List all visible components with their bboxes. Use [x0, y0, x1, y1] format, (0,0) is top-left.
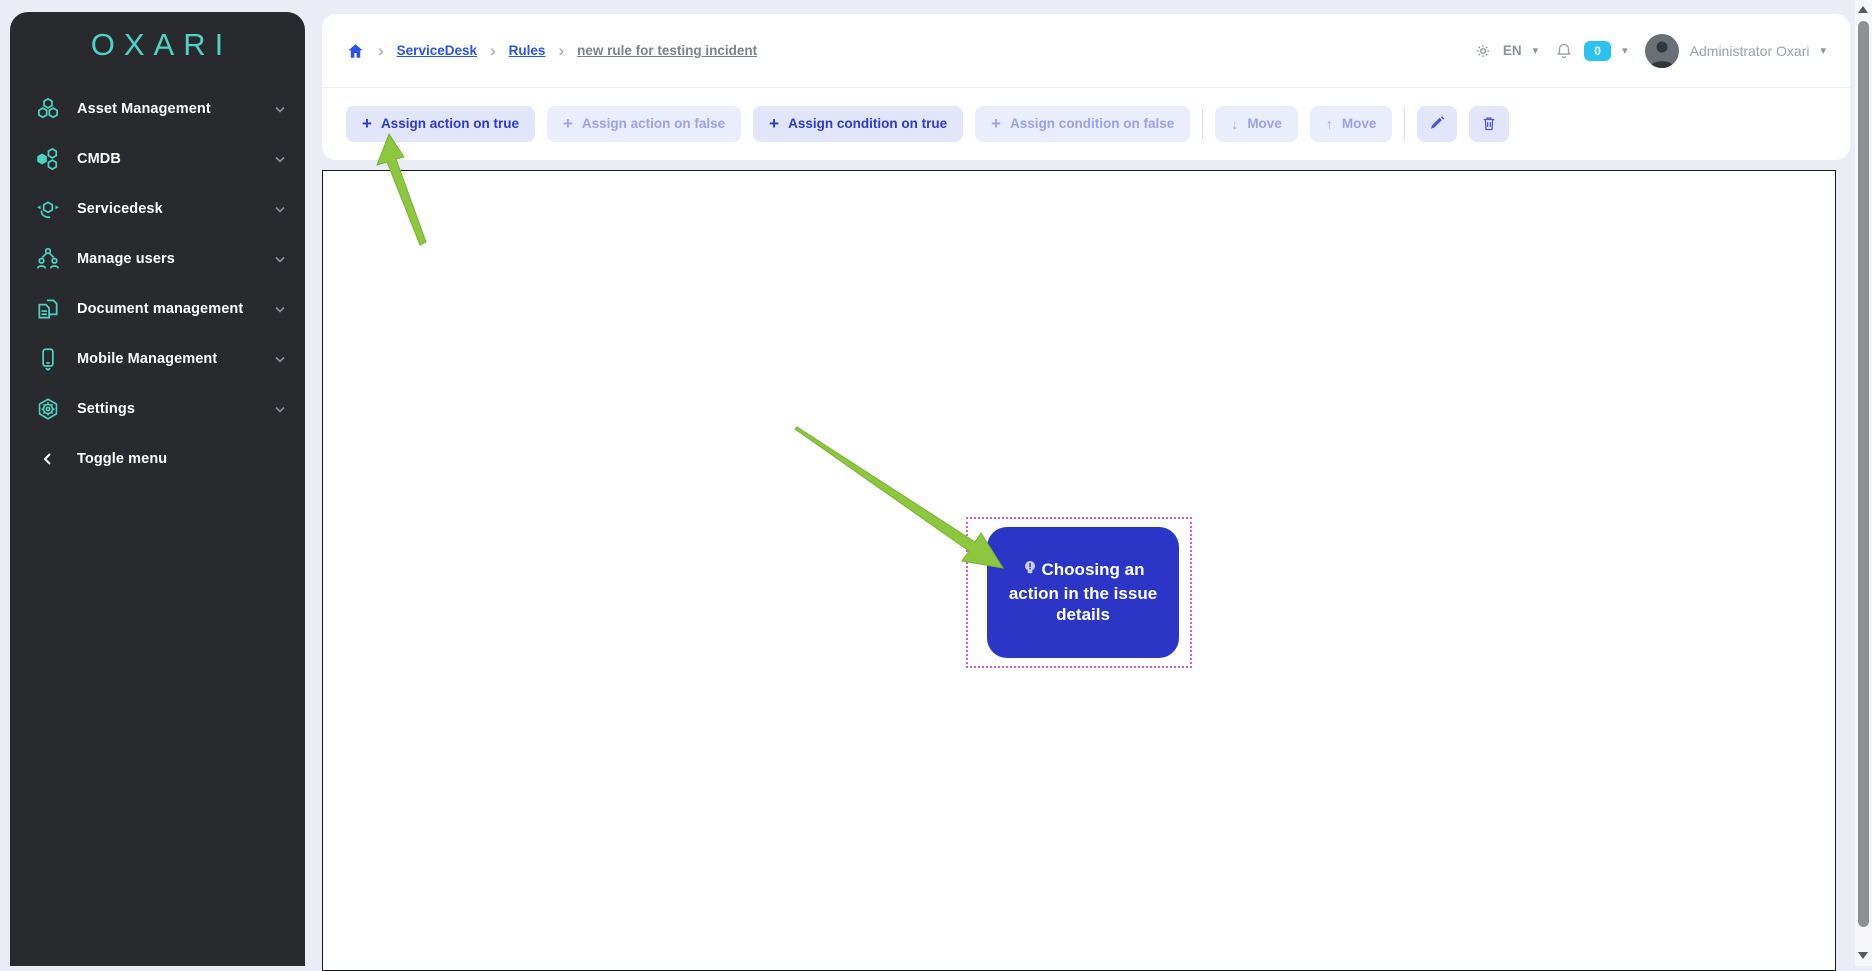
breadcrumb-link-rules[interactable]: Rules	[509, 43, 546, 58]
settings-icon	[34, 396, 61, 423]
assign-action-on-true-button[interactable]: + Assign action on true	[346, 106, 535, 142]
sidebar-item-label: Document management	[77, 301, 243, 317]
sidebar-item-label: CMDB	[77, 151, 121, 167]
toggle-menu-label: Toggle menu	[77, 451, 167, 467]
plus-icon: +	[362, 115, 372, 132]
lightbulb-icon	[1022, 560, 1038, 583]
chevron-down-icon	[275, 356, 285, 363]
move-up-button[interactable]: ↑ Move	[1310, 106, 1393, 142]
toolbar-divider	[1202, 109, 1203, 139]
arrow-up-icon: ↑	[1326, 117, 1333, 131]
sidebar-item-settings[interactable]: Settings	[20, 384, 295, 434]
action-node-text: Choosing an action in the issue details	[1001, 559, 1165, 626]
sidebar-item-label: Manage users	[77, 251, 175, 267]
toolbar-divider	[1404, 109, 1405, 139]
header-actions: EN ▾ 0 ▾ Administrator Oxari ▾	[1474, 34, 1826, 68]
sidebar-item-servicedesk[interactable]: Servicedesk	[20, 184, 295, 234]
button-label: Move	[1342, 116, 1377, 131]
delete-button[interactable]	[1469, 106, 1509, 142]
sidebar-item-label: Settings	[77, 401, 135, 417]
avatar[interactable]	[1645, 34, 1679, 68]
breadcrumb-separator: ›	[378, 42, 384, 59]
breadcrumb-current[interactable]: new rule for testing incident	[577, 43, 757, 58]
sidebar-menu: Asset Management CMDB	[10, 78, 305, 484]
bell-icon[interactable]	[1555, 41, 1573, 60]
assign-condition-on-true-button[interactable]: + Assign condition on true	[753, 106, 963, 142]
notification-badge[interactable]: 0	[1584, 41, 1611, 61]
button-label: Assign condition on false	[1010, 116, 1174, 131]
button-label: Assign action on true	[381, 116, 519, 131]
button-label: Assign condition on true	[788, 116, 947, 131]
caret-down-icon[interactable]: ▾	[1622, 44, 1628, 57]
chevron-down-icon	[275, 256, 285, 263]
servicedesk-icon	[34, 196, 61, 223]
mobile-management-icon	[34, 346, 61, 373]
toggle-menu-button[interactable]: Toggle menu	[20, 434, 295, 484]
breadcrumb-link-servicedesk[interactable]: ServiceDesk	[397, 43, 477, 58]
chevron-down-icon	[275, 406, 285, 413]
sidebar-item-label: Mobile Management	[77, 351, 217, 367]
caret-down-icon[interactable]: ▾	[1533, 44, 1539, 57]
pencil-icon	[1429, 115, 1446, 132]
vertical-scrollbar[interactable]	[1855, 0, 1872, 966]
breadcrumb-separator: ›	[558, 42, 564, 59]
home-icon[interactable]	[346, 42, 365, 60]
edit-button[interactable]	[1417, 106, 1457, 142]
chevron-down-icon	[275, 156, 285, 163]
sidebar-item-mobile-management[interactable]: Mobile Management	[20, 334, 295, 384]
breadcrumb-separator: ›	[490, 42, 496, 59]
plus-icon: +	[769, 115, 779, 132]
plus-icon: +	[563, 115, 573, 132]
sidebar-item-document-management[interactable]: Document management	[20, 284, 295, 334]
asset-management-icon	[34, 96, 61, 123]
sidebar-item-manage-users[interactable]: Manage users	[20, 234, 295, 284]
trash-icon	[1481, 115, 1497, 132]
scrollbar-thumb[interactable]	[1858, 21, 1869, 927]
button-label: Move	[1247, 116, 1282, 131]
breadcrumb: › ServiceDesk › Rules › new rule for tes…	[346, 42, 757, 60]
sidebar: OXARI Asset Management CMDB	[10, 12, 305, 966]
arrow-down-icon: ↓	[1231, 117, 1238, 131]
sidebar-item-cmdb[interactable]: CMDB	[20, 134, 295, 184]
button-label: Assign action on false	[582, 116, 725, 131]
plus-icon: +	[991, 115, 1001, 132]
toolbar: + Assign action on true + Assign action …	[322, 88, 1850, 159]
top-card: › ServiceDesk › Rules › new rule for tes…	[322, 14, 1850, 160]
language-selector[interactable]: EN	[1503, 43, 1522, 58]
oxari-logo: OXARI	[10, 12, 305, 78]
move-down-button[interactable]: ↓ Move	[1215, 106, 1298, 142]
sidebar-item-label: Servicedesk	[77, 201, 163, 217]
document-management-icon	[34, 296, 61, 323]
assign-action-on-false-button[interactable]: + Assign action on false	[547, 106, 741, 142]
assign-condition-on-false-button[interactable]: + Assign condition on false	[975, 106, 1190, 142]
action-node[interactable]: Choosing an action in the issue details	[987, 527, 1179, 658]
breadcrumb-row: › ServiceDesk › Rules › new rule for tes…	[322, 14, 1850, 88]
sidebar-item-label: Asset Management	[77, 101, 211, 117]
chevron-down-icon	[275, 206, 285, 213]
sidebar-item-asset-management[interactable]: Asset Management	[20, 84, 295, 134]
user-name[interactable]: Administrator Oxari	[1690, 43, 1810, 59]
chevron-down-icon	[275, 106, 285, 113]
scroll-up-arrow[interactable]	[1858, 6, 1868, 13]
manage-users-icon	[34, 246, 61, 273]
gear-icon[interactable]	[1474, 42, 1492, 60]
caret-down-icon[interactable]: ▾	[1820, 44, 1826, 57]
chevron-left-icon	[34, 446, 61, 473]
scroll-down-arrow[interactable]	[1858, 952, 1868, 959]
chevron-down-icon	[275, 306, 285, 313]
cmdb-icon	[34, 146, 61, 173]
